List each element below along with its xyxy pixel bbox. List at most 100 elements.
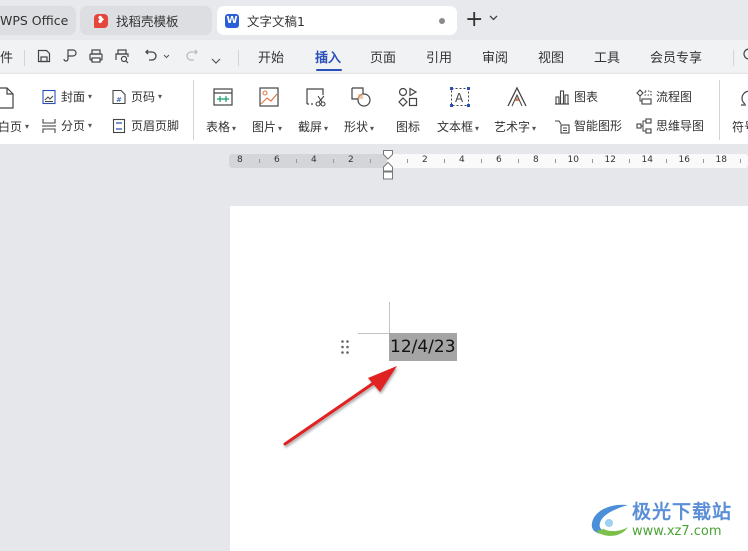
undo-menu-chevron-icon[interactable] [163, 52, 170, 61]
menu-home[interactable]: 开始 [258, 47, 284, 66]
mindmap-button[interactable]: 思维导图 [636, 117, 704, 134]
menu-membership[interactable]: 会员专享 [650, 47, 702, 66]
format-painter-icon[interactable] [62, 48, 78, 68]
icons-label: 图标 [396, 120, 421, 134]
menu-view[interactable]: 视图 [538, 47, 564, 66]
table-icon[interactable] [212, 86, 236, 108]
ruler-tick [702, 159, 704, 163]
ruler-number: 6 [274, 155, 280, 165]
icons-button[interactable]: 图标 [396, 118, 420, 135]
blank-page-button[interactable]: 白页 ▾ [0, 118, 29, 135]
tab-wps-office[interactable]: WPS Office [0, 6, 76, 35]
word-doc-icon: W [225, 13, 239, 28]
wordart-button[interactable]: 艺术字 ▾ [494, 118, 536, 135]
ruler-tick [295, 159, 297, 163]
header-footer-icon [112, 118, 126, 133]
blank-page-label: 白页 [0, 120, 23, 134]
divider [733, 50, 734, 66]
horizontal-ruler[interactable]: 8 6 4 2 2 4 6 8 10 12 14 16 18 [229, 154, 748, 168]
ruler-number: 10 [567, 155, 579, 165]
quick-access-more-chevron-icon[interactable] [211, 51, 221, 69]
left-indent-marker[interactable] [383, 162, 393, 180]
picture-label: 图片 [252, 120, 277, 134]
print-icon[interactable] [88, 48, 104, 68]
icons-gallery-icon[interactable] [397, 86, 421, 108]
divider [238, 50, 239, 66]
blank-page-icon[interactable] [0, 86, 18, 109]
ruler-tick [517, 159, 519, 163]
flowchart-button[interactable]: 流程图 [636, 88, 692, 105]
menu-bar: 件 开始 插入 页面 引用 审阅 视图 工具 会员专享 [0, 40, 748, 73]
chart-label: 图表 [574, 90, 599, 104]
symbol-icon[interactable] [737, 86, 748, 108]
mindmap-label: 思维导图 [656, 119, 705, 133]
margin-corner-mark [358, 333, 389, 334]
textbox-button[interactable]: 文本框 ▾ [437, 118, 479, 135]
symbol-label: 符号 [732, 120, 748, 134]
picture-button[interactable]: 图片 ▾ [252, 118, 282, 135]
shape-button[interactable]: 形状 ▾ [344, 118, 374, 135]
screenshot-icon[interactable] [305, 86, 329, 108]
tab-docer-templates[interactable]: ❥ 找稻壳模板 [80, 6, 212, 35]
search-icon[interactable] [740, 47, 748, 67]
redo-icon[interactable] [184, 48, 200, 68]
menu-references[interactable]: 引用 [426, 47, 452, 66]
ruler-number: 2 [348, 155, 354, 165]
active-tab-indicator [316, 69, 342, 71]
tab-label: 找稻壳模板 [116, 14, 179, 29]
ruler-number: 6 [496, 155, 502, 165]
menu-file[interactable]: 件 [0, 47, 13, 66]
menu-review[interactable]: 审阅 [482, 47, 508, 66]
first-line-indent-marker[interactable] [383, 150, 393, 160]
undo-icon[interactable] [143, 48, 159, 68]
chevron-down-icon: ▾ [532, 124, 537, 133]
print-preview-icon[interactable] [114, 48, 130, 68]
ruler-number: 18 [715, 155, 727, 165]
docer-icon: ❥ [94, 13, 108, 28]
ruler-tick [406, 159, 408, 163]
new-tab-menu-chevron-icon[interactable] [489, 14, 498, 24]
cover-button[interactable]: 封面 ▾ [41, 88, 92, 105]
chart-button[interactable]: 图表 [554, 88, 598, 105]
ruler-number: 2 [422, 155, 428, 165]
ruler-tick [554, 159, 556, 163]
smartart-button[interactable]: 智能图形 [554, 117, 622, 134]
symbol-button[interactable]: 符号 [732, 118, 748, 135]
new-tab-button[interactable]: + [465, 9, 483, 31]
screenshot-button[interactable]: 截屏 ▾ [298, 118, 328, 135]
ruler-number: 14 [641, 155, 653, 165]
ruler-tick [443, 159, 445, 163]
chart-icon [555, 89, 569, 105]
textbox-label: 文本框 [437, 120, 474, 134]
red-annotation-arrow [283, 366, 397, 446]
ruler-margin-area [229, 154, 387, 168]
shape-icon[interactable] [350, 86, 374, 108]
chevron-down-icon: ▾ [475, 124, 480, 133]
save-icon[interactable] [36, 48, 52, 68]
ruler-number: 8 [533, 155, 539, 165]
divider [193, 80, 194, 140]
unsaved-dot-icon[interactable] [439, 18, 445, 24]
chevron-down-icon: ▾ [25, 122, 30, 131]
picture-icon[interactable] [258, 86, 282, 108]
cover-label: 封面 [61, 90, 86, 104]
menu-insert[interactable]: 插入 [315, 47, 341, 66]
paragraph-drag-handle-icon[interactable] [340, 339, 350, 355]
page-number-button[interactable]: # 页码 ▾ [111, 88, 162, 105]
selected-date-text[interactable]: 12/4/23 [389, 333, 457, 361]
ruler-number: 4 [311, 155, 317, 165]
table-button[interactable]: 表格 ▾ [206, 118, 236, 135]
chevron-down-icon: ▾ [370, 124, 375, 133]
header-footer-button[interactable]: 页眉页脚 [111, 117, 179, 134]
chevron-down-icon: ▾ [232, 124, 237, 133]
insert-ribbon: 白页 ▾ 封面 ▾ 分页 ▾ # 页码 ▾ 页眉页脚 表格 ▾ 图片 ▾ 截屏 ▾ [0, 73, 748, 144]
table-label: 表格 [206, 120, 231, 134]
tab-label: 文字文稿1 [247, 14, 305, 29]
smartart-icon [555, 119, 570, 134]
wordart-icon[interactable] [506, 86, 530, 108]
page-break-button[interactable]: 分页 ▾ [41, 117, 92, 134]
menu-page[interactable]: 页面 [370, 47, 396, 66]
textbox-icon[interactable]: A [449, 86, 473, 108]
tab-document[interactable]: W 文字文稿1 [217, 6, 457, 35]
menu-tools[interactable]: 工具 [594, 47, 620, 66]
